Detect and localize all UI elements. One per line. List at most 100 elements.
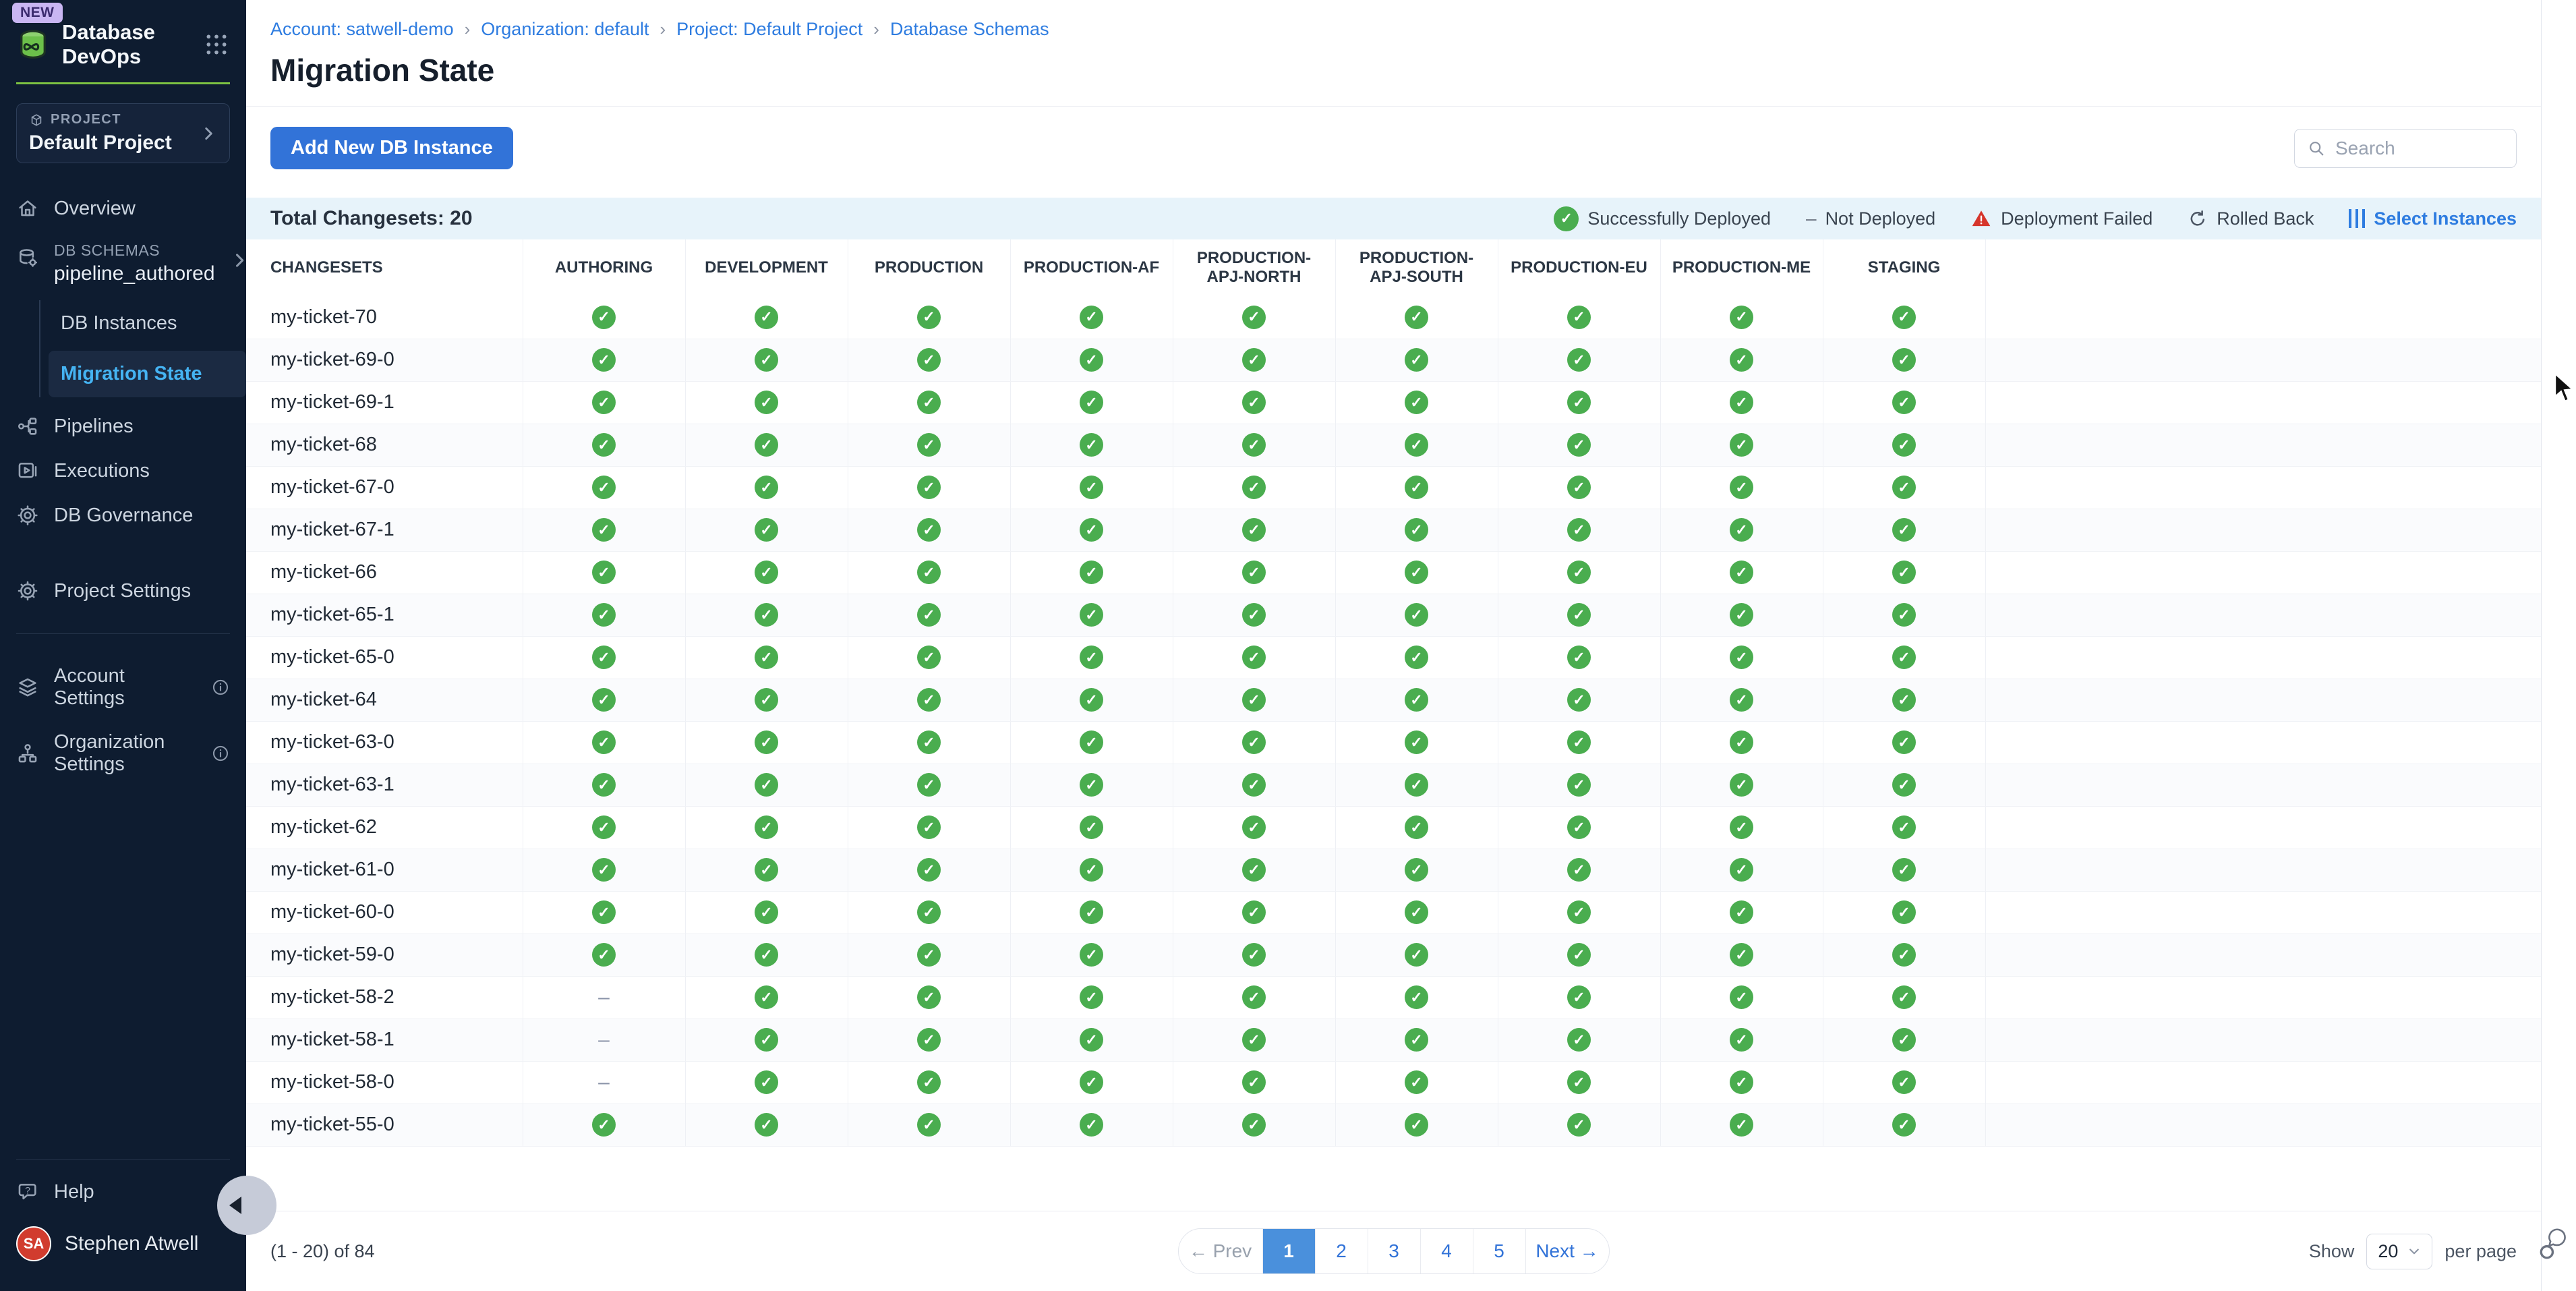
success-badge-icon: ✓ <box>1405 815 1428 839</box>
feedback-bubble-icon[interactable] <box>2537 1228 2572 1263</box>
status-cell: ✓ <box>1660 1019 1823 1061</box>
next-page-button[interactable]: Next → <box>1525 1229 1609 1273</box>
pagination-bar: (1 - 20) of 84 ← Prev12345Next → Show 20… <box>246 1211 2541 1291</box>
sidebar-item-migration-state[interactable]: Migration State <box>49 351 246 397</box>
select-instances-link[interactable]: Select Instances <box>2349 208 2517 229</box>
user-menu[interactable]: SA Stephen Atwell <box>0 1214 246 1273</box>
status-cell: ✓ <box>1173 721 1335 764</box>
status-cell: ✓ <box>1010 466 1173 509</box>
success-badge-icon: ✓ <box>1080 858 1103 882</box>
table-row[interactable]: my-ticket-58-2–✓✓✓✓✓✓✓✓ <box>246 976 2541 1019</box>
sidebar-item-project-settings[interactable]: Project Settings <box>0 569 246 613</box>
table-row[interactable]: my-ticket-69-1✓✓✓✓✓✓✓✓✓ <box>246 381 2541 424</box>
table-row[interactable]: my-ticket-68✓✓✓✓✓✓✓✓✓ <box>246 424 2541 466</box>
status-cell: ✓ <box>685 976 848 1019</box>
status-cell: ✓ <box>1173 1103 1335 1146</box>
prev-page-button[interactable]: ← Prev <box>1179 1229 1262 1273</box>
sidebar-collapse-handle[interactable] <box>217 1176 276 1235</box>
project-selector[interactable]: PROJECT Default Project <box>16 103 230 163</box>
table-row[interactable]: my-ticket-65-0✓✓✓✓✓✓✓✓✓ <box>246 636 2541 679</box>
status-cell: ✓ <box>523 1103 685 1146</box>
sidebar-item-pipelines[interactable]: Pipelines <box>0 404 246 449</box>
page-button-3[interactable]: 3 <box>1368 1229 1420 1273</box>
table-row[interactable]: my-ticket-66✓✓✓✓✓✓✓✓✓ <box>246 551 2541 594</box>
status-cell: ✓ <box>523 551 685 594</box>
sidebar-item-db-schemas[interactable]: DB SCHEMAS pipeline_authored <box>0 231 246 296</box>
status-cell: ✓ <box>848 934 1010 976</box>
status-cell: ✓ <box>685 636 848 679</box>
changeset-name: my-ticket-60-0 <box>246 891 523 934</box>
column-header: PRODUCTION <box>848 239 1010 296</box>
status-cell: ✓ <box>685 934 848 976</box>
success-badge-icon: ✓ <box>755 1070 778 1094</box>
changeset-name: my-ticket-67-1 <box>246 509 523 551</box>
table-row[interactable]: my-ticket-58-1–✓✓✓✓✓✓✓✓ <box>246 1019 2541 1061</box>
row-filler <box>1985 849 2541 891</box>
status-cell: ✓ <box>848 551 1010 594</box>
page-button-4[interactable]: 4 <box>1420 1229 1473 1273</box>
success-badge-icon: ✓ <box>1730 348 1753 372</box>
table-row[interactable]: my-ticket-63-1✓✓✓✓✓✓✓✓✓ <box>246 764 2541 806</box>
table-row[interactable]: my-ticket-69-0✓✓✓✓✓✓✓✓✓ <box>246 339 2541 381</box>
table-row[interactable]: my-ticket-67-0✓✓✓✓✓✓✓✓✓ <box>246 466 2541 509</box>
success-badge-icon: ✓ <box>755 815 778 839</box>
table-row[interactable]: my-ticket-58-0–✓✓✓✓✓✓✓✓ <box>246 1061 2541 1103</box>
table-row[interactable]: my-ticket-70✓✓✓✓✓✓✓✓✓ <box>246 296 2541 339</box>
sidebar-item-db-instances[interactable]: DB Instances <box>49 300 246 347</box>
breadcrumb-link[interactable]: Organization: default <box>481 19 649 40</box>
sidebar-item-db-governance[interactable]: DB Governance <box>0 493 246 538</box>
table-row[interactable]: my-ticket-62✓✓✓✓✓✓✓✓✓ <box>246 806 2541 849</box>
success-badge-icon: ✓ <box>755 476 778 499</box>
table-row[interactable]: my-ticket-59-0✓✓✓✓✓✓✓✓✓ <box>246 934 2541 976</box>
status-cell: ✓ <box>1010 891 1173 934</box>
table-row[interactable]: my-ticket-67-1✓✓✓✓✓✓✓✓✓ <box>246 509 2541 551</box>
status-cell: ✓ <box>523 296 685 339</box>
status-cell: ✓ <box>1335 1019 1498 1061</box>
breadcrumb-link[interactable]: Account: satwell-demo <box>270 19 454 40</box>
status-cell: – <box>523 976 685 1019</box>
sidebar-item-executions[interactable]: Executions <box>0 449 246 493</box>
search-input[interactable] <box>2335 138 2504 159</box>
breadcrumb-link[interactable]: Database Schemas <box>890 19 1049 40</box>
success-badge-icon: ✓ <box>1242 773 1266 797</box>
chevron-right-icon <box>200 125 217 142</box>
table-row[interactable]: my-ticket-63-0✓✓✓✓✓✓✓✓✓ <box>246 721 2541 764</box>
table-row[interactable]: my-ticket-61-0✓✓✓✓✓✓✓✓✓ <box>246 849 2541 891</box>
success-badge-icon: ✓ <box>1730 391 1753 414</box>
success-badge-icon: ✓ <box>755 646 778 669</box>
success-badge-icon: ✓ <box>755 518 778 542</box>
success-badge-icon: ✓ <box>1080 730 1103 754</box>
sidebar-item-help[interactable]: ? Help <box>0 1170 246 1214</box>
add-db-instance-button[interactable]: Add New DB Instance <box>270 127 513 169</box>
success-badge-icon: ✓ <box>1080 815 1103 839</box>
select-instances-label: Select Instances <box>2374 208 2517 229</box>
status-cell: ✓ <box>1823 1061 1985 1103</box>
legend-bar: Total Changesets: 20 ✓Successfully Deplo… <box>246 198 2541 239</box>
success-badge-icon: ✓ <box>1405 1028 1428 1052</box>
page-size-select[interactable]: 20 <box>2366 1234 2432 1269</box>
sidebar: NEW Database DevOps PROJECT Default Proj… <box>0 0 246 1291</box>
table-row[interactable]: my-ticket-65-1✓✓✓✓✓✓✓✓✓ <box>246 594 2541 636</box>
status-cell: ✓ <box>1498 339 1660 381</box>
success-badge-icon: ✓ <box>1730 730 1753 754</box>
grid-icon[interactable] <box>203 31 230 58</box>
sidebar-item-label: Pipelines <box>54 415 230 438</box>
table-row[interactable]: my-ticket-60-0✓✓✓✓✓✓✓✓✓ <box>246 891 2541 934</box>
status-cell: ✓ <box>1498 1019 1660 1061</box>
status-cell: ✓ <box>848 1061 1010 1103</box>
sidebar-item-organization-settings[interactable]: Organization Settings <box>0 720 246 786</box>
success-badge-icon: ✓ <box>1080 900 1103 924</box>
search-box[interactable] <box>2294 129 2517 168</box>
table-row[interactable]: my-ticket-55-0✓✓✓✓✓✓✓✓✓ <box>246 1103 2541 1146</box>
status-cell: ✓ <box>1660 891 1823 934</box>
sidebar-item-overview[interactable]: Overview <box>0 186 246 231</box>
breadcrumb-link[interactable]: Project: Default Project <box>676 19 862 40</box>
status-cell: ✓ <box>523 339 685 381</box>
table-row[interactable]: my-ticket-64✓✓✓✓✓✓✓✓✓ <box>246 679 2541 721</box>
page-button-5[interactable]: 5 <box>1473 1229 1525 1273</box>
page-button-1[interactable]: 1 <box>1262 1229 1315 1273</box>
not-deployed-dash: – <box>598 1029 610 1051</box>
status-cell: ✓ <box>1010 339 1173 381</box>
page-button-2[interactable]: 2 <box>1315 1229 1368 1273</box>
sidebar-item-account-settings[interactable]: Account Settings <box>0 654 246 720</box>
